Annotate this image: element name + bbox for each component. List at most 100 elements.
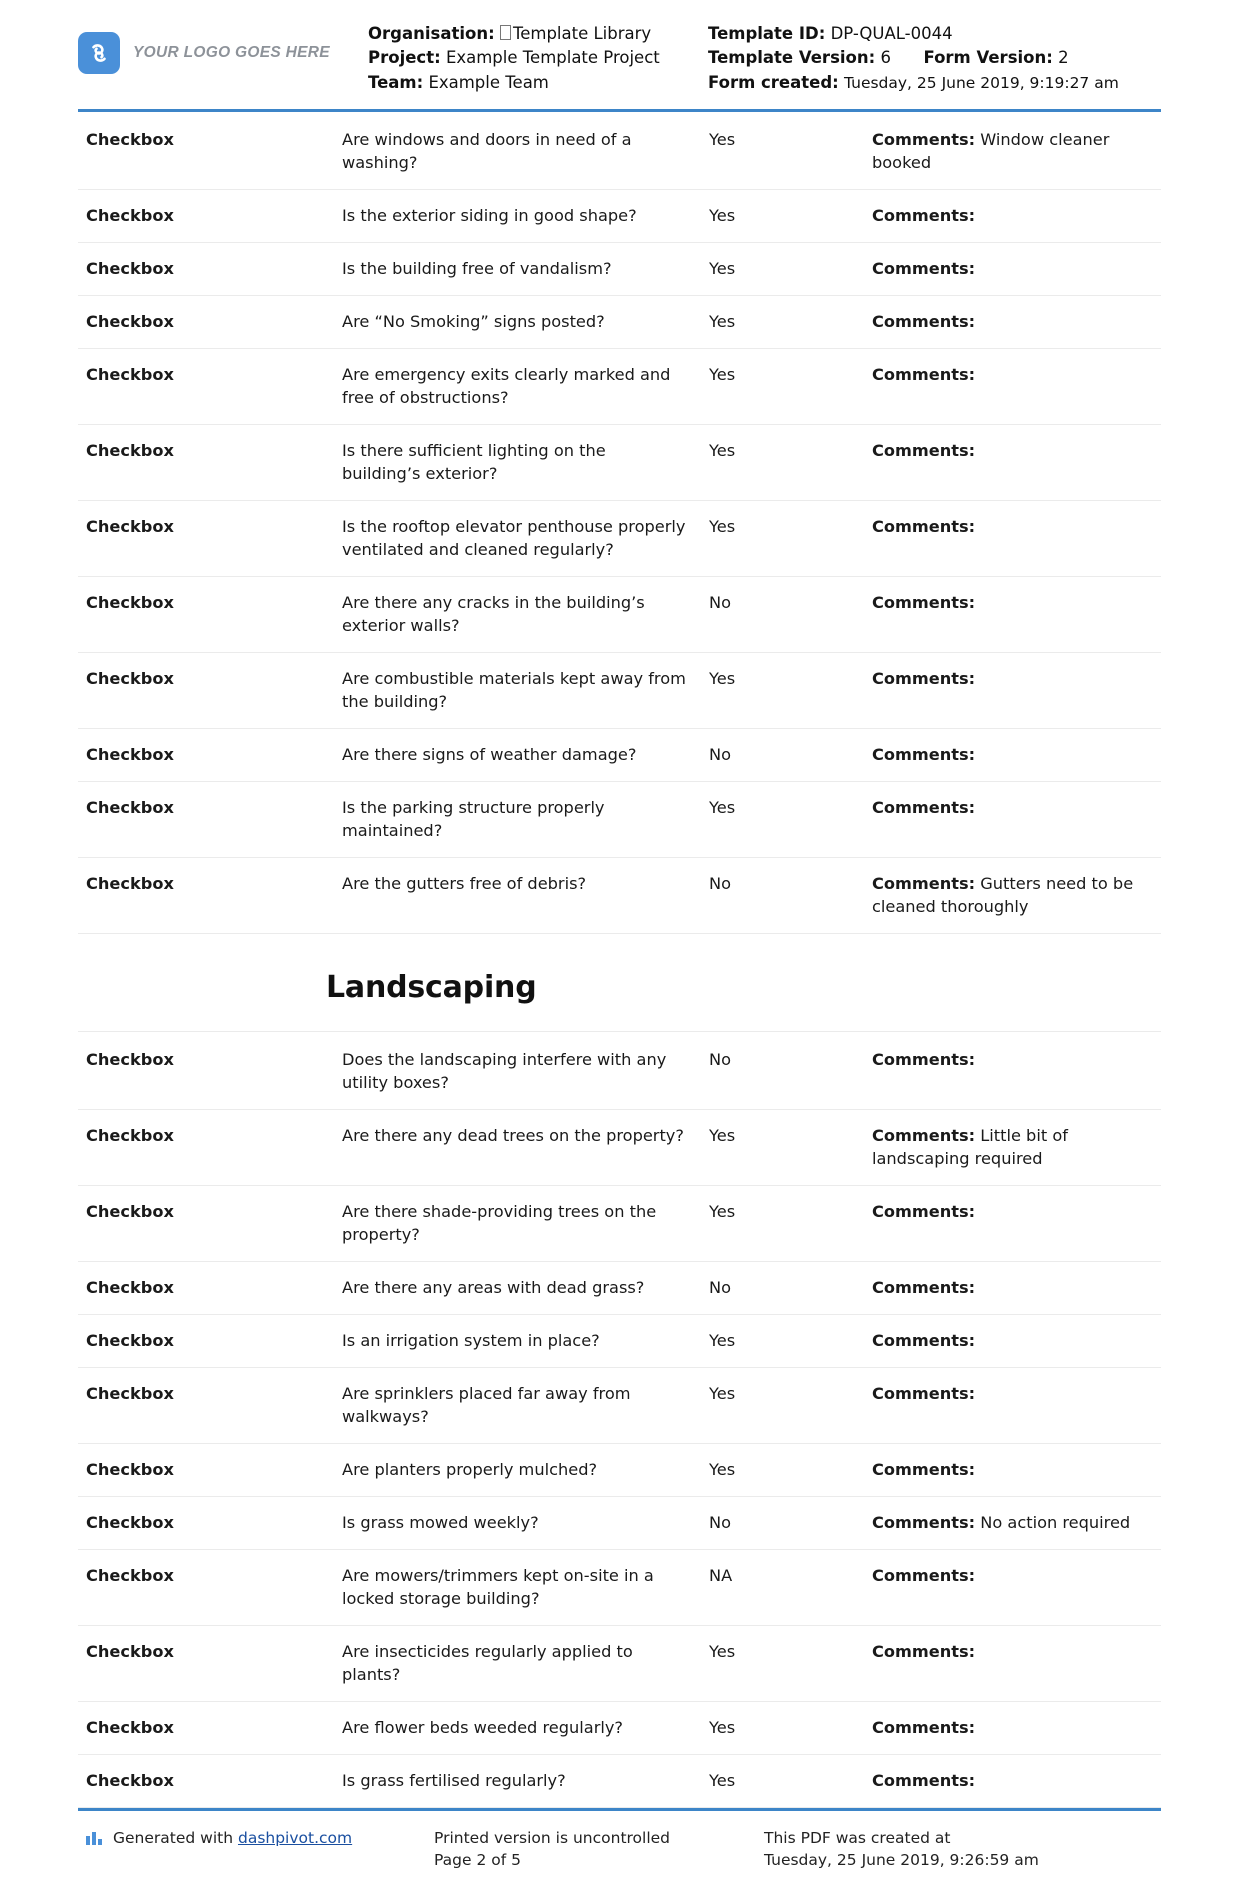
answer-cell: No <box>709 728 872 782</box>
section-heading-row: Landscaping <box>78 933 1161 1032</box>
field-type-cell: Checkbox <box>78 1701 342 1755</box>
field-type-cell: Checkbox <box>78 1367 342 1444</box>
answer-cell: Yes <box>709 1443 872 1497</box>
comments-label: Comments: <box>872 1277 976 1297</box>
question-cell: Are flower beds weeded regularly? <box>342 1701 709 1755</box>
comments-cell: Comments: <box>872 1261 1161 1315</box>
table-row: Checkbox Are combustible materials kept a… <box>78 652 1161 729</box>
comments-cell: Comments: <box>872 1754 1161 1808</box>
comments-cell: Comments: <box>872 652 1161 729</box>
template-version-value: 6 <box>880 48 891 68</box>
question-cell: Are insecticides regularly applied to pl… <box>342 1625 709 1702</box>
missing-glyph-icon <box>499 25 511 40</box>
answer-cell: Yes <box>709 1625 872 1702</box>
answer-cell: Yes <box>709 1701 872 1755</box>
comments-cell: Comments: <box>872 1701 1161 1755</box>
footer-created-line1: This PDF was created at <box>764 1828 951 1847</box>
question-cell: Are mowers/trimmers kept on-site in a lo… <box>342 1549 709 1626</box>
table-row: Checkbox Are windows and doors in need of… <box>78 111 1161 190</box>
comments-label: Comments: <box>872 1512 976 1532</box>
field-type-cell: Checkbox <box>78 348 342 425</box>
organisation-label: Organisation: <box>368 24 495 43</box>
question-cell: Are there signs of weather damage? <box>342 728 709 782</box>
question-cell: Is the rooftop elevator penthouse proper… <box>342 500 709 577</box>
comments-cell: Comments: <box>872 1367 1161 1444</box>
question-cell: Are the gutters free of debris? <box>342 857 709 934</box>
bar-chart-icon <box>86 1829 103 1851</box>
question-cell: Are “No Smoking” signs posted? <box>342 295 709 349</box>
comments-cell: Comments: Window cleaner booked <box>872 111 1161 190</box>
question-cell: Are there any cracks in the building’s e… <box>342 576 709 653</box>
table-row: Checkbox Are mowers/trimmers kept on-site… <box>78 1549 1161 1626</box>
section-title: Landscaping <box>326 969 537 1005</box>
question-cell: Is an irrigation system in place? <box>342 1314 709 1368</box>
answer-cell: Yes <box>709 1185 872 1262</box>
answer-cell: No <box>709 1261 872 1315</box>
table-row: Checkbox Is grass fertilised regularly? Ye… <box>78 1754 1161 1808</box>
answer-cell: Yes <box>709 424 872 501</box>
dashpivot-link[interactable]: dashpivot.com <box>238 1829 352 1847</box>
comments-cell: Comments: <box>872 1549 1161 1626</box>
template-id-line: Template ID: DP-QUAL-0044 <box>708 22 1161 46</box>
answer-cell: Yes <box>709 500 872 577</box>
question-cell: Are planters properly mulched? <box>342 1443 709 1497</box>
footer-created-timestamp: Tuesday, 25 June 2019, 9:26:59 am <box>764 1851 1039 1870</box>
comments-label: Comments: <box>872 797 976 817</box>
comments-label: Comments: <box>872 516 976 536</box>
header-meta-left: Organisation: Template Library Project: … <box>368 22 708 95</box>
table-row: Checkbox Is there sufficient lighting on … <box>78 424 1161 501</box>
comments-label: Comments: <box>872 1717 976 1737</box>
logo-text: YOUR LOGO GOES HERE <box>133 44 330 61</box>
table-row: Checkbox Is the exterior siding in good s… <box>78 189 1161 243</box>
comments-label: Comments: <box>872 744 976 764</box>
question-cell: Are there any areas with dead grass? <box>342 1261 709 1315</box>
comments-cell: Comments: <box>872 781 1161 858</box>
question-cell: Are emergency exits clearly marked and f… <box>342 348 709 425</box>
field-type-cell: Checkbox <box>78 781 342 858</box>
field-type-cell: Checkbox <box>78 857 342 934</box>
project-line: Project: Example Template Project <box>368 46 708 70</box>
template-id-label: Template ID: <box>708 24 826 43</box>
field-type-cell: Checkbox <box>78 1754 342 1808</box>
question-cell: Is grass mowed weekly? <box>342 1496 709 1550</box>
form-created-value: Tuesday, 25 June 2019, 9:19:27 am <box>844 73 1119 92</box>
comments-cell: Comments: <box>872 1625 1161 1702</box>
answer-cell: Yes <box>709 189 872 243</box>
comments-value: No action required <box>980 1512 1131 1532</box>
comments-label: Comments: <box>872 129 976 149</box>
answer-cell: No <box>709 1031 872 1110</box>
table-row: Checkbox Are insecticides regularly appli… <box>78 1625 1161 1702</box>
field-type-cell: Checkbox <box>78 500 342 577</box>
comments-cell: Comments: <box>872 1314 1161 1368</box>
checklist-body-1: Checkbox Are windows and doors in need of… <box>78 111 1161 934</box>
template-version-label: Template Version: <box>708 48 876 68</box>
header-meta-right: Template ID: DP-QUAL-0044 Template Versi… <box>708 22 1161 95</box>
answer-cell: No <box>709 857 872 934</box>
section-heading-cell: Landscaping <box>78 933 1161 1032</box>
question-cell: Is grass fertilised regularly? <box>342 1754 709 1808</box>
comments-cell: Comments: <box>872 242 1161 296</box>
answer-cell: Yes <box>709 242 872 296</box>
document-page: YOUR LOGO GOES HERE Organisation: Templa… <box>0 0 1239 1869</box>
question-cell: Is the building free of vandalism? <box>342 242 709 296</box>
comments-cell: Comments: Gutters need to be cleaned tho… <box>872 857 1161 934</box>
document-header: YOUR LOGO GOES HERE Organisation: Templa… <box>78 0 1161 112</box>
field-type-cell: Checkbox <box>78 1549 342 1626</box>
comments-label: Comments: <box>872 1049 976 1069</box>
comments-label: Comments: <box>872 1641 976 1661</box>
table-row: Checkbox Are there signs of weather damag… <box>78 728 1161 782</box>
footer-generated-prefix: Generated with <box>113 1828 234 1847</box>
field-type-cell: Checkbox <box>78 576 342 653</box>
checklist-body-2: Checkbox Does the landscaping interfere w… <box>78 1031 1161 1808</box>
field-type-cell: Checkbox <box>78 652 342 729</box>
comments-label: Comments: <box>872 1770 976 1790</box>
field-type-cell: Checkbox <box>78 1109 342 1186</box>
footer-generated-text: Generated with dashpivot.com <box>113 1827 352 1849</box>
question-cell: Are windows and doors in need of a washi… <box>342 111 709 190</box>
answer-cell: Yes <box>709 1314 872 1368</box>
table-row: Checkbox Are the gutters free of debris? N… <box>78 857 1161 934</box>
table-row: Checkbox Is the rooftop elevator penthous… <box>78 500 1161 577</box>
answer-cell: Yes <box>709 652 872 729</box>
table-row: Checkbox Is the building free of vandalis… <box>78 242 1161 296</box>
table-row: Checkbox Are there any cracks in the buil… <box>78 576 1161 653</box>
